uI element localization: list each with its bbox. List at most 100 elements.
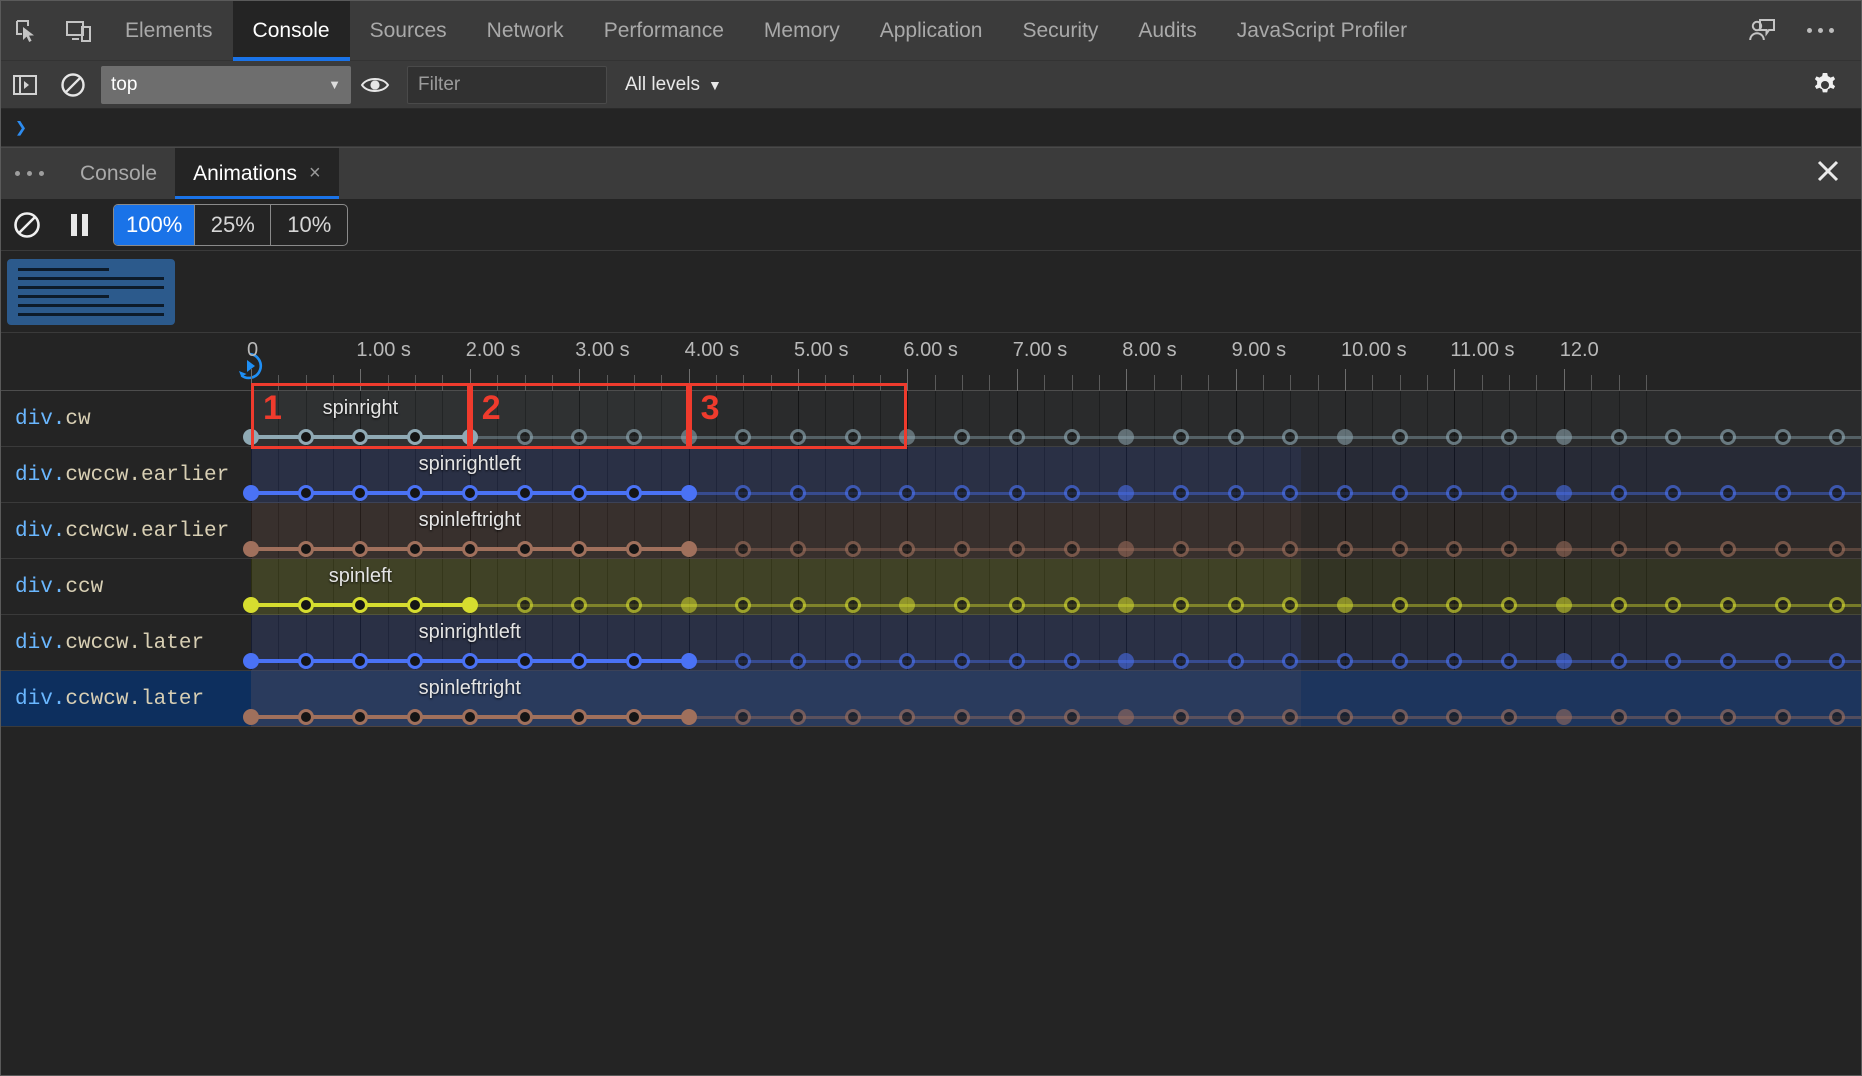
ruler-minor-tick — [306, 375, 307, 391]
ruler-minor-tick — [1482, 375, 1483, 391]
clear-console-icon[interactable] — [49, 61, 97, 109]
ruler-minor-tick — [743, 375, 744, 391]
ruler-tick-label: 9.00 s — [1232, 339, 1286, 362]
main-tab-elements[interactable]: Elements — [105, 1, 233, 61]
animation-row[interactable]: div.ccw spinleft — [1, 559, 1862, 615]
animation-row-label[interactable]: div.cw — [15, 391, 91, 447]
main-tab-security[interactable]: Security — [1002, 1, 1118, 61]
close-drawer-icon[interactable] — [1815, 158, 1862, 189]
selector-namespace: div. — [15, 576, 65, 599]
ruler-major-tick — [1126, 369, 1127, 391]
animation-row[interactable]: div.cwccw.laterspinrightleft — [1, 615, 1862, 671]
ruler-minor-tick — [989, 375, 990, 391]
main-toolbar-right — [1733, 1, 1862, 61]
playback-speed-10[interactable]: 10% — [271, 205, 347, 245]
iteration-boundary-marker — [681, 541, 697, 557]
devtools-window: ElementsConsoleSourcesNetworkPerformance… — [0, 0, 1862, 1076]
main-tab-console[interactable]: Console — [233, 1, 350, 61]
animation-row-label[interactable]: div.cwccw.later — [15, 615, 204, 671]
main-tab-label: Security — [1022, 19, 1098, 43]
pause-all-icon[interactable] — [53, 199, 105, 251]
keyframe-marker — [1392, 597, 1408, 613]
keyframe-marker — [1611, 597, 1627, 613]
keyframe-marker — [407, 485, 423, 501]
ruler-minor-tick — [1619, 375, 1620, 391]
ruler-minor-tick — [1290, 375, 1291, 391]
main-tab-sources[interactable]: Sources — [350, 1, 467, 61]
feedback-person-icon[interactable] — [1733, 1, 1791, 61]
iteration-boundary-marker — [1556, 485, 1572, 501]
console-prompt-line[interactable]: ❯ — [1, 109, 1862, 147]
animation-row-label[interactable]: div.cwccw.earlier — [15, 447, 229, 503]
device-toolbar-icon[interactable] — [53, 1, 105, 61]
animation-name-label: spinleft — [329, 565, 392, 588]
ruler-minor-tick — [634, 375, 635, 391]
keyframe-marker — [1775, 653, 1791, 669]
animations-controls-toolbar: 100%25% 10% — [1, 199, 1862, 251]
animation-group-preview[interactable] — [7, 259, 175, 325]
iteration-boundary-marker — [243, 709, 259, 725]
ruler-minor-tick — [1208, 375, 1209, 391]
keyframe-marker — [845, 485, 861, 501]
iteration-boundary-marker — [243, 485, 259, 501]
keyframe-marker — [954, 541, 970, 557]
keyframe-marker — [1775, 485, 1791, 501]
keyframe-marker — [462, 653, 478, 669]
chevron-down-icon: ▼ — [708, 77, 722, 93]
drawer-tab-animations[interactable]: Animations× — [175, 148, 339, 200]
selector-class: cwccw.later — [65, 632, 204, 655]
ruler-minor-tick — [962, 375, 963, 391]
execution-context-select[interactable]: top ▼ — [101, 66, 351, 104]
iteration-boundary-marker — [243, 597, 259, 613]
console-filter-input[interactable]: Filter — [407, 66, 607, 104]
iteration-boundary-marker — [681, 597, 697, 613]
live-expression-eye-icon[interactable] — [351, 61, 399, 109]
animation-row-label[interactable]: div.ccwcw.earlier — [15, 503, 229, 559]
ruler-minor-tick — [935, 375, 936, 391]
ruler-minor-tick — [1591, 375, 1592, 391]
ruler-minor-tick — [771, 375, 772, 391]
main-tab-audits[interactable]: Audits — [1118, 1, 1216, 61]
keyframe-marker — [1392, 429, 1408, 445]
keyframe-marker — [1337, 653, 1353, 669]
keyframe-marker — [1720, 541, 1736, 557]
keyframe-marker — [1501, 709, 1517, 725]
animation-row[interactable]: div.ccwcw.laterspinleftright — [1, 671, 1862, 727]
playback-speed-100[interactable]: 100% — [114, 205, 195, 245]
settings-gear-icon[interactable] — [1801, 61, 1849, 109]
keyframe-marker — [845, 597, 861, 613]
close-tab-icon[interactable]: × — [309, 162, 321, 185]
animation-row[interactable]: div.ccwcw.earlierspinleftright — [1, 503, 1862, 559]
animation-row[interactable]: div.cwccw.earlierspinrightleft — [1, 447, 1862, 503]
ruler-minor-tick — [880, 375, 881, 391]
animations-timeline: 01.00 s2.00 s3.00 s4.00 s5.00 s6.00 s7.0… — [1, 333, 1862, 1075]
keyframe-marker — [407, 429, 423, 445]
timeline-ruler[interactable]: 01.00 s2.00 s3.00 s4.00 s5.00 s6.00 s7.0… — [1, 333, 1862, 391]
ruler-minor-tick — [1536, 375, 1537, 391]
keyframe-marker — [1775, 597, 1791, 613]
console-sidebar-icon[interactable] — [1, 61, 49, 109]
inspect-element-icon[interactable] — [1, 1, 53, 61]
keyframe-marker — [407, 597, 423, 613]
keyframe-marker — [1173, 709, 1189, 725]
keyframe-marker — [1009, 485, 1025, 501]
playback-speed-label: 10% — [287, 212, 331, 238]
clear-animations-icon[interactable] — [1, 199, 53, 251]
drawer-more-icon[interactable] — [1, 171, 62, 176]
log-levels-select[interactable]: All levels ▼ — [625, 66, 722, 104]
animation-band-extension — [689, 391, 1862, 447]
main-tab-network[interactable]: Network — [467, 1, 584, 61]
animation-row-label[interactable]: div.ccwcw.later — [15, 671, 204, 727]
main-tab-performance[interactable]: Performance — [584, 1, 744, 61]
main-tab-application[interactable]: Application — [860, 1, 1003, 61]
animation-row-label[interactable]: div.ccw — [15, 559, 103, 615]
main-tab-memory[interactable]: Memory — [744, 1, 860, 61]
drawer-tab-console[interactable]: Console — [62, 148, 175, 200]
ruler-minor-tick — [552, 375, 553, 391]
main-tab-javascript-profiler[interactable]: JavaScript Profiler — [1217, 1, 1427, 61]
more-options-icon[interactable] — [1791, 1, 1849, 61]
playback-speed-25[interactable]: 25% — [195, 205, 271, 245]
inactive-iteration-line — [689, 492, 1862, 495]
ruler-minor-tick — [1072, 375, 1073, 391]
console-toolbar: top ▼ Filter All levels ▼ — [1, 61, 1862, 109]
